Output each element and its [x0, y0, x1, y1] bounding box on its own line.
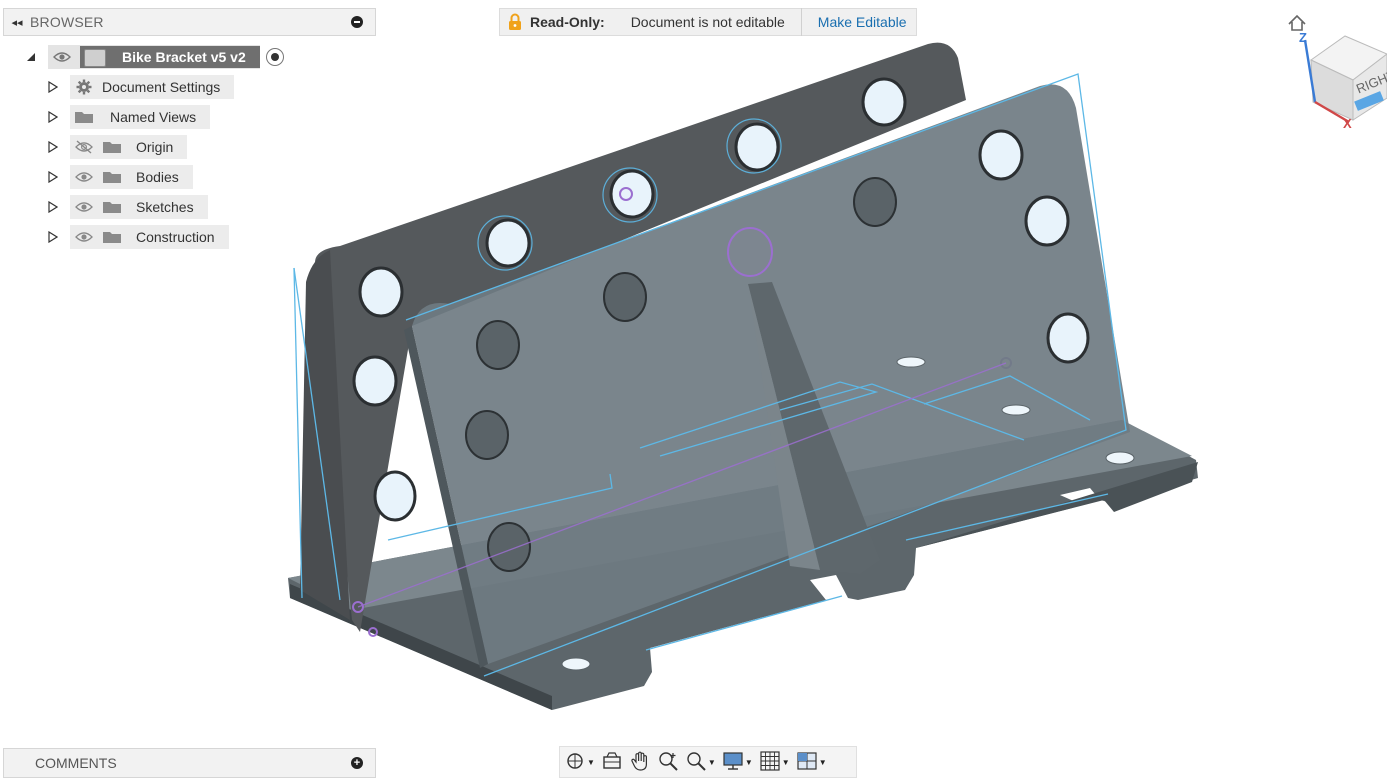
comments-title: COMMENTS: [35, 755, 117, 771]
zoom-button[interactable]: [657, 750, 679, 775]
grid-icon: [759, 750, 781, 775]
viewports-button[interactable]: ▼: [796, 750, 827, 775]
fit-button[interactable]: ▼: [685, 750, 716, 775]
grid-button[interactable]: ▼: [759, 750, 790, 775]
add-comment-icon[interactable]: +: [351, 757, 363, 769]
orbit-icon: [564, 750, 586, 775]
navigation-toolbar: ▼ ▼ ▼ ▼ ▼: [559, 746, 857, 778]
comments-panel-header[interactable]: COMMENTS +: [3, 748, 376, 778]
zoom-icon: [657, 750, 679, 775]
look-at-button[interactable]: [601, 750, 623, 775]
pan-button[interactable]: [629, 750, 651, 775]
home-icon[interactable]: [1288, 14, 1306, 31]
viewports-icon: [796, 750, 818, 775]
view-cube[interactable]: RIGHT Z X: [1283, 10, 1387, 132]
z-axis-label: Z: [1299, 30, 1307, 45]
viewport-canvas[interactable]: [0, 0, 1387, 782]
x-axis-label: X: [1343, 116, 1352, 131]
display-settings-icon: [722, 750, 744, 775]
fit-icon: [685, 750, 707, 775]
pan-icon: [629, 750, 651, 775]
look-at-icon: [601, 750, 623, 775]
display-settings-button[interactable]: ▼: [722, 750, 753, 775]
orbit-button[interactable]: ▼: [564, 750, 595, 775]
